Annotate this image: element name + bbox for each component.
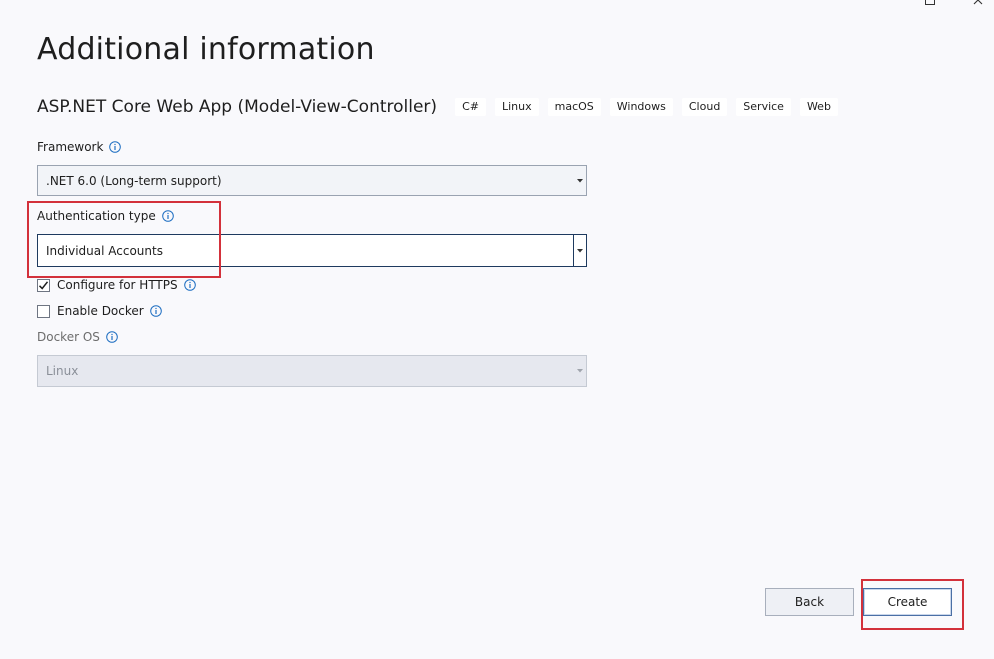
info-icon[interactable] bbox=[161, 210, 174, 222]
docker-os-label: Docker OS bbox=[37, 329, 118, 345]
framework-value: .NET 6.0 (Long-term support) bbox=[46, 173, 222, 188]
tag-service: Service bbox=[736, 98, 791, 116]
docker-os-value: Linux bbox=[46, 364, 79, 378]
info-icon[interactable] bbox=[183, 279, 196, 291]
chevron-down-icon bbox=[573, 235, 586, 266]
template-name: ASP.NET Core Web App (Model-View-Control… bbox=[37, 97, 438, 117]
authentication-label-text: Authentication type bbox=[37, 209, 156, 223]
close-icon bbox=[973, 0, 983, 5]
https-label: Configure for HTTPS bbox=[57, 278, 178, 292]
https-checkbox[interactable] bbox=[37, 278, 50, 292]
maximize-button[interactable] bbox=[920, 0, 940, 10]
info-icon[interactable] bbox=[149, 305, 162, 317]
create-button[interactable]: Create bbox=[863, 588, 952, 616]
tag-web: Web bbox=[799, 98, 838, 116]
back-button[interactable]: Back bbox=[765, 588, 854, 616]
framework-label: Framework bbox=[37, 139, 122, 155]
chevron-down-icon bbox=[574, 356, 586, 386]
docker-label: Enable Docker bbox=[57, 304, 144, 318]
authentication-value: Individual Accounts bbox=[46, 243, 163, 258]
tag-linux: Linux bbox=[494, 98, 539, 116]
page-title: Additional information bbox=[37, 32, 375, 67]
tag-macos: macOS bbox=[547, 98, 601, 116]
authentication-select[interactable]: Individual Accounts bbox=[37, 234, 587, 267]
tag-csharp: C# bbox=[455, 98, 486, 116]
chevron-down-icon bbox=[574, 166, 586, 195]
docker-option[interactable]: Enable Docker bbox=[37, 303, 162, 319]
docker-checkbox[interactable] bbox=[37, 304, 50, 318]
info-icon[interactable] bbox=[106, 331, 118, 343]
authentication-label: Authentication type bbox=[37, 208, 174, 224]
docker-os-label-text: Docker OS bbox=[37, 330, 100, 344]
framework-label-text: Framework bbox=[37, 140, 104, 154]
maximize-icon bbox=[925, 0, 935, 5]
tag-windows: Windows bbox=[609, 98, 673, 116]
tag-cloud: Cloud bbox=[681, 98, 728, 116]
https-option[interactable]: Configure for HTTPS bbox=[37, 277, 196, 293]
framework-select[interactable]: .NET 6.0 (Long-term support) bbox=[37, 165, 587, 196]
checkmark-icon bbox=[38, 280, 49, 290]
template-info: ASP.NET Core Web App (Model-View-Control… bbox=[37, 95, 847, 119]
docker-os-select: Linux bbox=[37, 355, 587, 387]
close-button[interactable] bbox=[968, 0, 988, 10]
info-icon[interactable] bbox=[109, 141, 122, 153]
